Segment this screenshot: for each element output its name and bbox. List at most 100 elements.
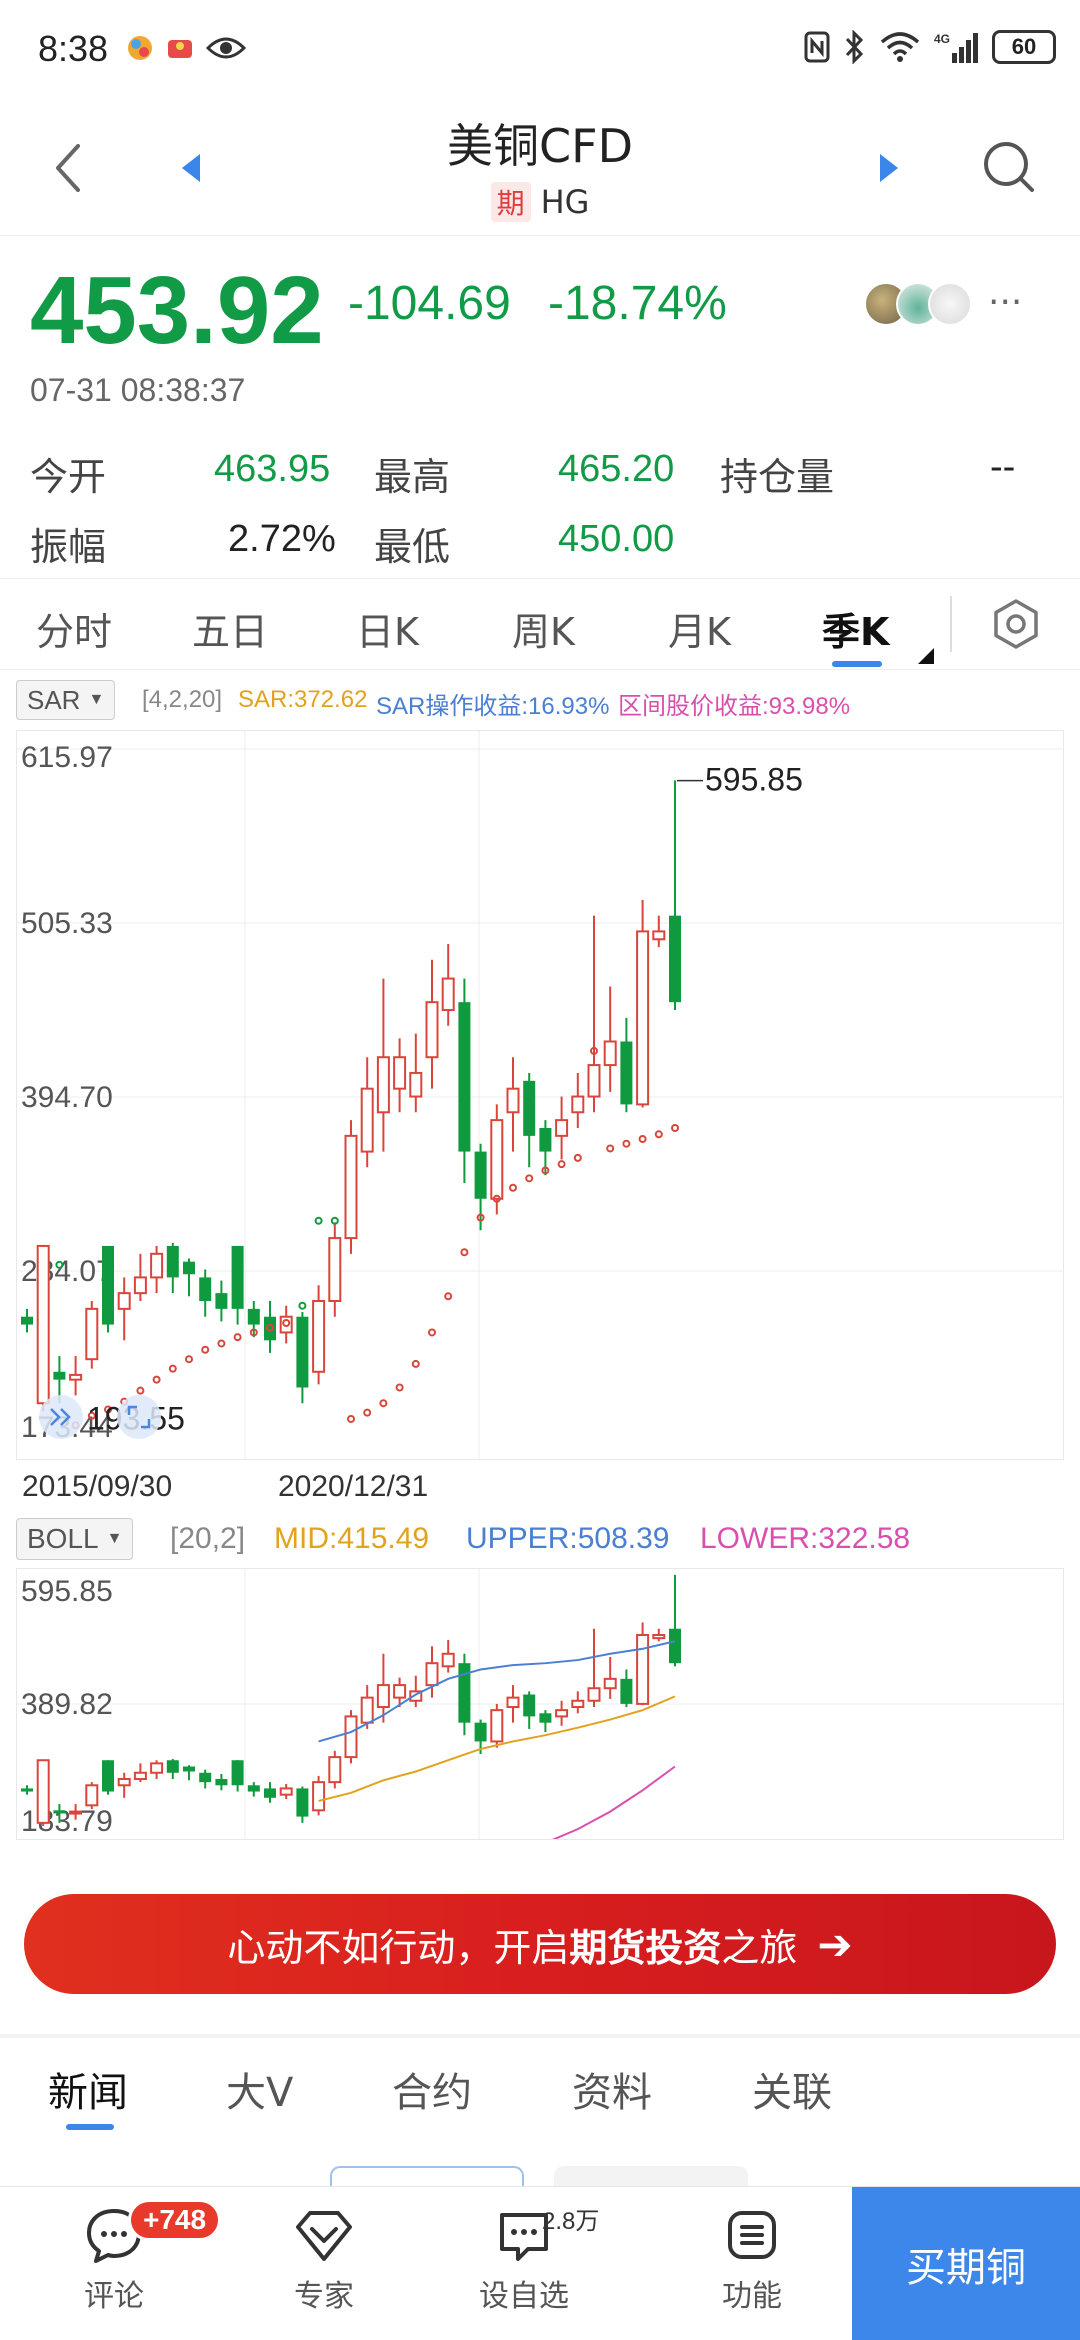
nav-functions[interactable]: 功能: [682, 2205, 822, 2315]
nav-comment-label: 评论: [84, 2279, 144, 2314]
tab-quarterly-k[interactable]: 季K: [822, 601, 889, 656]
symbol-subtitle: 期 HG: [0, 182, 1080, 222]
tab-contract[interactable]: 合约: [392, 2060, 472, 2118]
sar-point: [347, 1414, 355, 1423]
candle-body: [264, 1788, 276, 1798]
boll-chart[interactable]: 595.85 389.82 183.79: [16, 1568, 1064, 1879]
tab-news[interactable]: 新闻: [48, 2060, 128, 2118]
nav-watchlist-label: 设自选: [479, 2279, 569, 2314]
candle-body: [36, 1759, 50, 1824]
candle-body: [215, 1293, 228, 1309]
wifi-icon: [880, 32, 920, 62]
tab-divider: [950, 596, 952, 652]
sar-point: [298, 1301, 307, 1310]
candle-body: [555, 1119, 569, 1137]
candle-body: [215, 1779, 228, 1786]
y-tick-label: 615.97: [21, 741, 113, 774]
tab-weekly-k[interactable]: 周K: [512, 601, 575, 656]
sar-point: [168, 1364, 177, 1373]
candle-body: [53, 1810, 66, 1814]
search-icon[interactable]: [978, 136, 1038, 196]
candle-body: [425, 1001, 439, 1059]
candle-body: [539, 1713, 552, 1723]
expand-chart-icon-bg: [39, 1395, 83, 1439]
candle-body: [183, 1261, 195, 1275]
sar-point: [363, 1408, 372, 1417]
x-tick-label: 2015/09/30: [22, 1470, 173, 1503]
sar-point: [428, 1328, 436, 1337]
menu-icon: [728, 2211, 776, 2259]
y-tick-label: 505.33: [21, 907, 113, 940]
sar-point: [314, 1216, 323, 1225]
tab-related[interactable]: 关联: [752, 2060, 832, 2118]
watchlist-count: 2.8万: [542, 2208, 600, 2235]
candle-body: [636, 1634, 650, 1705]
candle-body: [652, 930, 666, 941]
candle-body: [620, 1678, 633, 1704]
candle-body: [199, 1277, 212, 1301]
period-dropdown-corner-icon[interactable]: [918, 648, 934, 664]
active-news-tab-indicator: [66, 2124, 114, 2130]
tab-daily-k[interactable]: 日K: [356, 601, 419, 656]
sar-point: [201, 1345, 210, 1354]
candle-body: [441, 977, 455, 1012]
app-notification-icon: [128, 36, 152, 60]
news-tabs: 新闻 大V 合约 资料 关联: [0, 2040, 1080, 2140]
y-tick-label: 394.70: [21, 1081, 113, 1114]
fullscreen-icon: [117, 1395, 161, 1439]
candle-body: [85, 1307, 99, 1361]
candle-body: [393, 1684, 407, 1699]
status-time: 8:38: [38, 28, 109, 69]
tab-big-v[interactable]: 大V: [226, 2060, 293, 2118]
candle-body: [571, 1699, 585, 1709]
header: 美铜CFD 期 HG: [0, 100, 1080, 236]
high-value: 465.20: [558, 448, 675, 490]
candle-body: [669, 1628, 681, 1664]
candle-body: [247, 1785, 260, 1792]
banner-text-pre: 心动不如行动，开启: [227, 1925, 570, 1970]
boll-indicator-select[interactable]: BOLL ▼: [16, 1518, 134, 1560]
nav-expert[interactable]: 专家: [254, 2205, 394, 2315]
candle-body: [393, 1056, 407, 1090]
candle-body: [506, 1087, 520, 1114]
candle-body: [231, 1245, 244, 1309]
candle-body: [376, 1684, 390, 1709]
quote-timestamp: 07-31 08:38:37: [30, 372, 246, 408]
candle-body: [117, 1778, 131, 1787]
boll-indicator-name: BOLL: [27, 1523, 99, 1554]
banner-text-post: 之旅: [721, 1925, 798, 1970]
sar-point: [654, 1130, 663, 1139]
filter-pill[interactable]: [330, 2166, 524, 2186]
buy-futures-button[interactable]: 买期铜: [852, 2187, 1080, 2340]
diamond-icon: [296, 2211, 352, 2261]
candle-body: [425, 1662, 439, 1687]
candle-body: [490, 1709, 504, 1743]
tab-profile[interactable]: 资料: [572, 2060, 652, 2118]
filter-pill[interactable]: [554, 2166, 748, 2186]
candle-body: [523, 1694, 536, 1717]
tab-monthly-k[interactable]: 月K: [668, 601, 731, 656]
max-annotation: 595.85: [705, 762, 803, 798]
candle-body: [636, 930, 650, 1106]
kline-chart[interactable]: 615.97505.33394.70284.07173.44595.85193.…: [16, 730, 1064, 1460]
more-options-button[interactable]: ···: [988, 282, 1022, 323]
tab-five-day[interactable]: 五日: [192, 601, 268, 656]
candle-body: [21, 1316, 33, 1325]
svg-text:4G: 4G: [934, 32, 950, 46]
candle-body: [376, 1056, 390, 1114]
candle-body: [328, 1237, 342, 1302]
tab-intraday[interactable]: 分时: [36, 601, 112, 656]
avatar: [928, 282, 972, 326]
sar-indicator-select[interactable]: SAR ▼: [16, 680, 116, 720]
candle-body: [328, 1756, 342, 1784]
next-contract-button[interactable]: [868, 148, 908, 188]
promo-banner[interactable]: 心动不如行动，开启 期货投资 之旅 ➔: [24, 1894, 1056, 1994]
sar-point: [509, 1183, 517, 1192]
bluetooth-icon: [845, 30, 864, 64]
watcher-avatars[interactable]: [864, 282, 972, 326]
chart-settings-icon[interactable]: [990, 598, 1042, 650]
candle-body: [360, 1087, 374, 1153]
candle-body: [199, 1772, 212, 1783]
expand-chart-icon: [39, 1395, 83, 1439]
candle-body: [183, 1766, 195, 1772]
